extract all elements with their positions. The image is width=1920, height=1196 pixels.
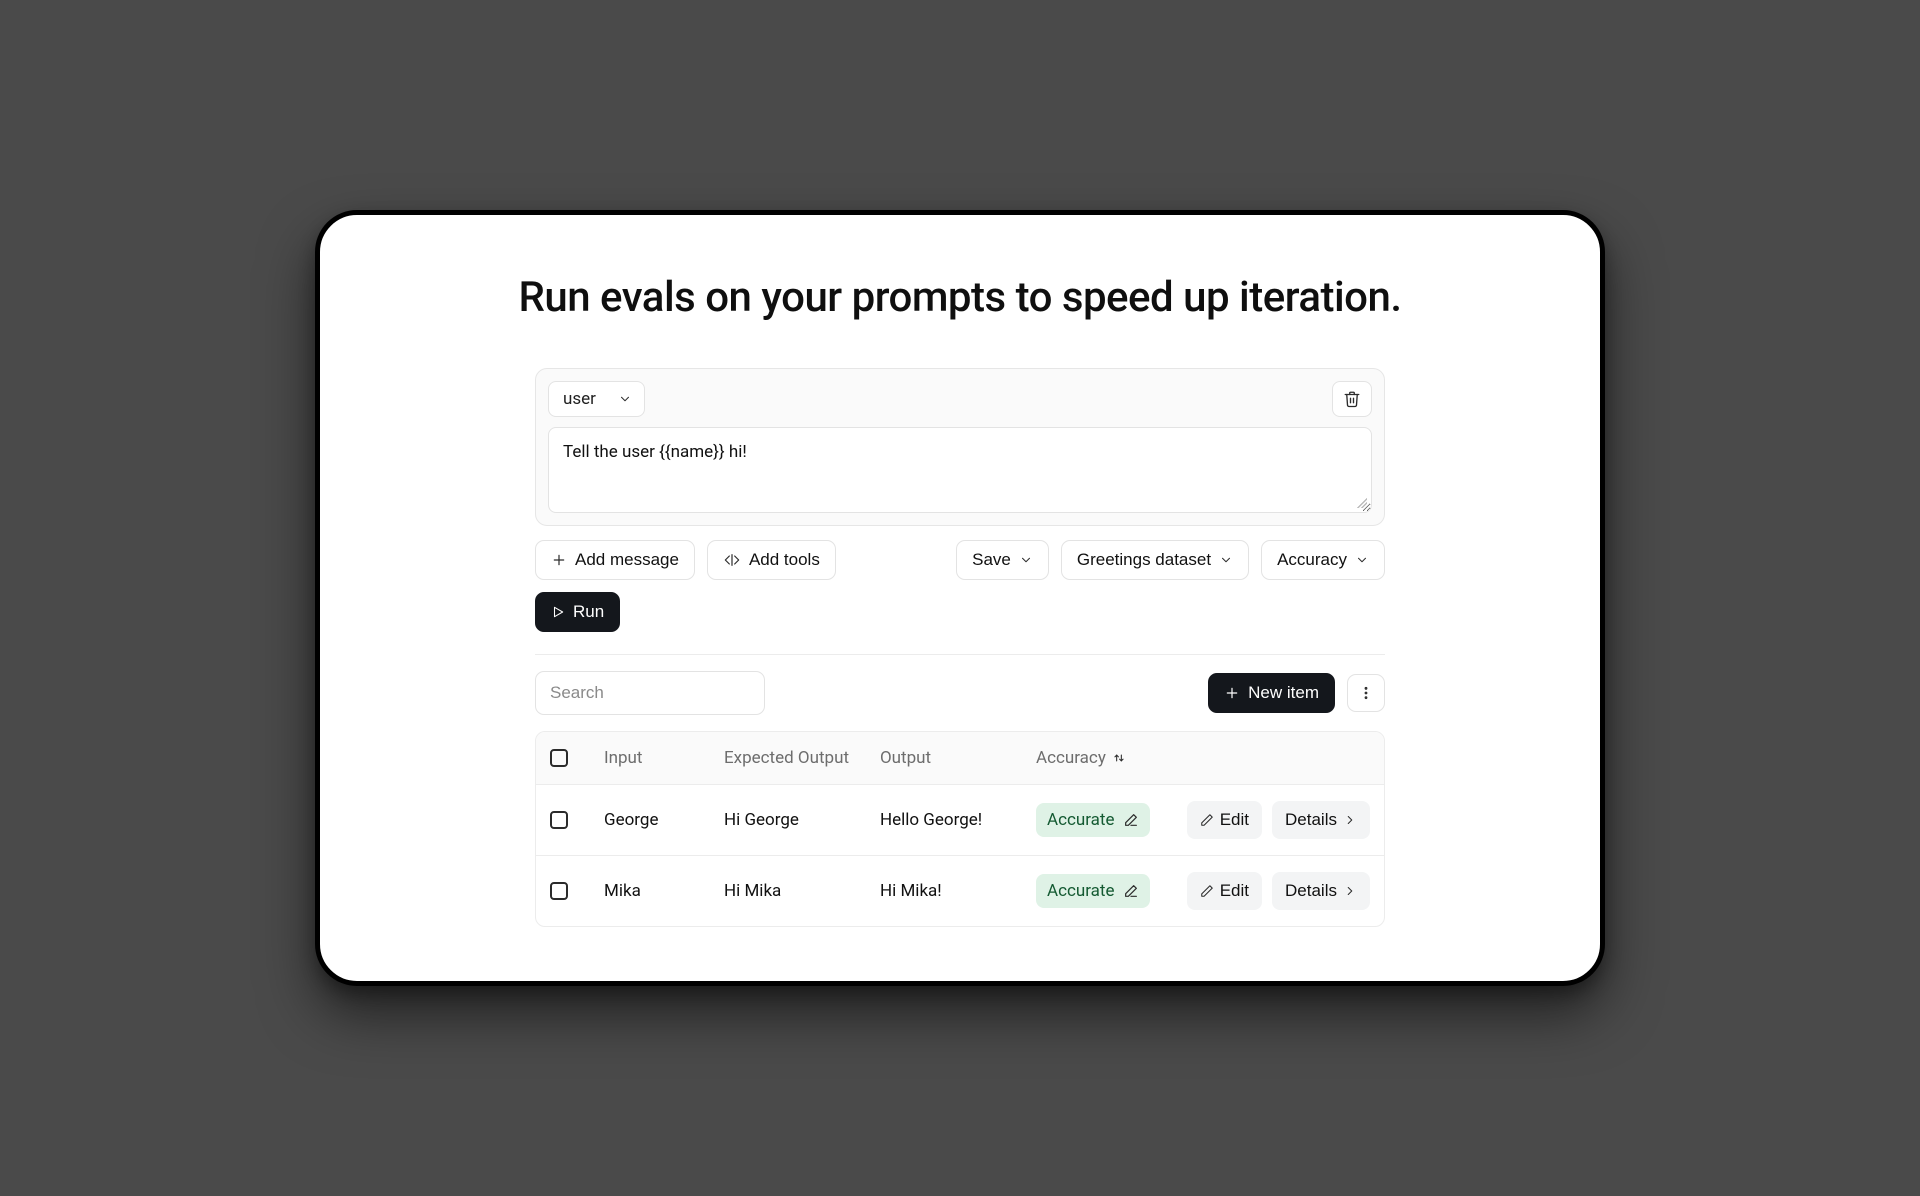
dataset-label: Greetings dataset xyxy=(1077,550,1211,570)
add-message-button[interactable]: Add message xyxy=(535,540,695,580)
col-expected: Expected Output xyxy=(724,748,880,768)
row-checkbox[interactable] xyxy=(550,811,568,829)
run-button[interactable]: Run xyxy=(535,592,620,632)
list-toolbar: New item xyxy=(535,671,1385,715)
cell-output: Hello George! xyxy=(880,810,1036,830)
run-label: Run xyxy=(573,602,604,622)
accuracy-chip-label: Accurate xyxy=(1047,881,1115,901)
add-tools-button[interactable]: Add tools xyxy=(707,540,836,580)
accuracy-chip[interactable]: Accurate xyxy=(1036,803,1150,837)
prompt-toolbar: Add message Add tools Save Greetings dat… xyxy=(535,540,1385,632)
chevron-right-icon xyxy=(1343,884,1357,898)
app-window: Run evals on your prompts to speed up it… xyxy=(315,210,1605,986)
row-checkbox[interactable] xyxy=(550,882,568,900)
chevron-right-icon xyxy=(1343,813,1357,827)
sort-icon xyxy=(1112,751,1126,765)
save-button[interactable]: Save xyxy=(956,540,1049,580)
col-output: Output xyxy=(880,748,1036,768)
page-headline: Run evals on your prompts to speed up it… xyxy=(384,273,1536,322)
cell-expected: Hi George xyxy=(724,810,880,830)
plus-icon xyxy=(551,552,567,568)
accuracy-chip[interactable]: Accurate xyxy=(1036,874,1150,908)
prompt-textarea[interactable]: Tell the user {{name}} hi! xyxy=(548,427,1372,513)
prompt-editor: user Tell the user {{name}} hi! xyxy=(535,368,1385,526)
more-menu-button[interactable] xyxy=(1347,674,1385,712)
chevron-down-icon xyxy=(1219,553,1233,567)
edit-button[interactable]: Edit xyxy=(1187,872,1262,910)
details-label: Details xyxy=(1285,810,1337,830)
details-button[interactable]: Details xyxy=(1272,872,1370,910)
col-input: Input xyxy=(604,748,724,768)
results-table: Input Expected Output Output Accuracy Ge… xyxy=(535,731,1385,927)
pencil-icon xyxy=(1200,884,1214,898)
add-message-label: Add message xyxy=(575,550,679,570)
table-header: Input Expected Output Output Accuracy xyxy=(536,732,1384,785)
role-select[interactable]: user xyxy=(548,381,645,417)
metric-select[interactable]: Accuracy xyxy=(1261,540,1385,580)
add-tools-label: Add tools xyxy=(749,550,820,570)
divider xyxy=(535,654,1385,655)
plus-icon xyxy=(1224,685,1240,701)
table-row: George Hi George Hello George! Accurate … xyxy=(536,785,1384,856)
code-icon xyxy=(723,552,741,568)
pencil-icon xyxy=(1200,813,1214,827)
eval-panel: user Tell the user {{name}} hi! Add mess… xyxy=(535,368,1385,927)
kebab-icon xyxy=(1358,685,1374,701)
edit-square-icon xyxy=(1123,812,1139,828)
details-label: Details xyxy=(1285,881,1337,901)
chevron-down-icon xyxy=(618,392,632,406)
new-item-label: New item xyxy=(1248,683,1319,703)
search-input[interactable] xyxy=(535,671,765,715)
edit-label: Edit xyxy=(1220,810,1249,830)
cell-expected: Hi Mika xyxy=(724,881,880,901)
cell-input: George xyxy=(604,810,724,830)
trash-icon xyxy=(1343,390,1361,408)
role-select-value: user xyxy=(563,389,596,409)
select-all-checkbox[interactable] xyxy=(550,749,568,767)
chevron-down-icon xyxy=(1019,553,1033,567)
details-button[interactable]: Details xyxy=(1272,801,1370,839)
save-label: Save xyxy=(972,550,1011,570)
accuracy-chip-label: Accurate xyxy=(1047,810,1115,830)
cell-output: Hi Mika! xyxy=(880,881,1036,901)
edit-button[interactable]: Edit xyxy=(1187,801,1262,839)
play-icon xyxy=(551,605,565,619)
edit-label: Edit xyxy=(1220,881,1249,901)
col-accuracy-label: Accuracy xyxy=(1036,748,1106,768)
table-row: Mika Hi Mika Hi Mika! Accurate Edit Deta… xyxy=(536,856,1384,926)
delete-prompt-button[interactable] xyxy=(1332,381,1372,417)
edit-square-icon xyxy=(1123,883,1139,899)
metric-label: Accuracy xyxy=(1277,550,1347,570)
cell-input: Mika xyxy=(604,881,724,901)
new-item-button[interactable]: New item xyxy=(1208,673,1335,713)
prompt-editor-header: user xyxy=(548,381,1372,417)
col-accuracy[interactable]: Accuracy xyxy=(1036,748,1180,768)
dataset-select[interactable]: Greetings dataset xyxy=(1061,540,1249,580)
chevron-down-icon xyxy=(1355,553,1369,567)
